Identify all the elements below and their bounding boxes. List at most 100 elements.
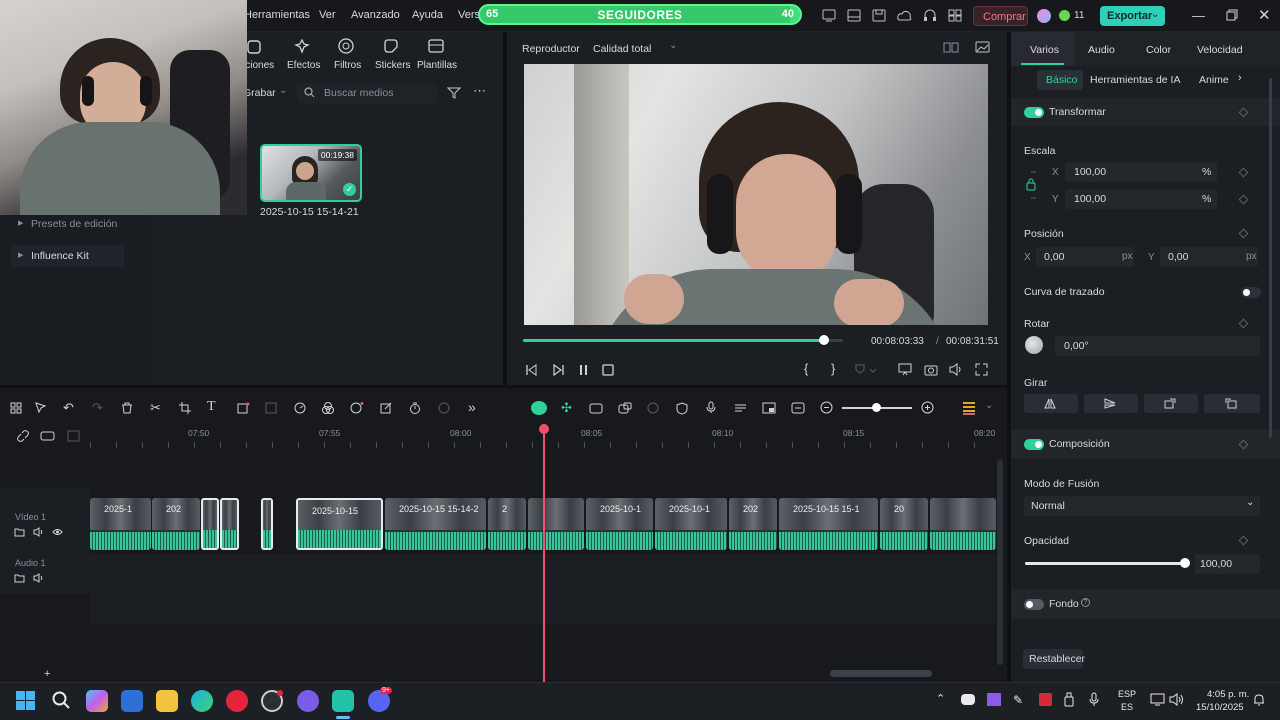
zoom-slider-handle[interactable] xyxy=(872,403,881,412)
record-dropdown[interactable]: Grabar ⌄ xyxy=(243,84,291,102)
play-icon[interactable] xyxy=(552,364,564,376)
link-clips-icon[interactable] xyxy=(589,402,603,414)
zoom-out-icon[interactable] xyxy=(820,401,833,414)
volume-icon[interactable] xyxy=(1169,693,1184,706)
rotate-dial[interactable] xyxy=(1025,336,1043,354)
layout-icon[interactable] xyxy=(847,9,861,22)
eye-icon[interactable] xyxy=(52,528,63,536)
menu-help[interactable]: Ayuda xyxy=(412,9,443,21)
display-icon[interactable] xyxy=(898,363,912,376)
edge-icon[interactable] xyxy=(191,690,213,712)
sidebar-item-presets[interactable]: ▶ Presets de edición xyxy=(10,217,124,235)
playback-progress[interactable] xyxy=(523,335,843,345)
file-explorer-icon[interactable] xyxy=(156,690,178,712)
snapshot-icon[interactable] xyxy=(924,363,938,376)
edit-icon[interactable] xyxy=(380,402,392,414)
scale-x-field[interactable]: 100,00 % xyxy=(1065,162,1217,182)
windows-start-icon[interactable] xyxy=(16,691,35,710)
shape-icon[interactable] xyxy=(237,402,250,414)
keyframe-icon[interactable] xyxy=(1238,228,1249,239)
pause-icon[interactable] xyxy=(578,364,590,376)
compare-view-icon[interactable] xyxy=(943,42,959,53)
keyframe-icon[interactable] xyxy=(1238,107,1249,118)
transform-toggle[interactable] xyxy=(1024,107,1044,118)
clock-time[interactable]: 4:05 p. m. xyxy=(1207,689,1249,700)
tab-misc[interactable]: Varios xyxy=(1011,32,1074,66)
volume-icon[interactable] xyxy=(949,363,963,376)
flip-horizontal-button[interactable] xyxy=(1024,394,1078,413)
subtab-ai-tools[interactable]: Herramientas de IA xyxy=(1090,74,1180,86)
tab-transitions[interactable]: iciones xyxy=(243,38,283,74)
folder-icon[interactable] xyxy=(14,573,25,583)
maximize-icon[interactable] xyxy=(1226,9,1238,21)
keyboard-layout[interactable]: ES xyxy=(1121,702,1133,712)
keyframe-icon[interactable] xyxy=(1238,194,1249,205)
redo-icon[interactable]: ↷ xyxy=(92,400,103,416)
filmora-icon[interactable] xyxy=(332,690,354,712)
delete-icon[interactable] xyxy=(121,402,133,414)
blend-dropdown[interactable]: Normal ⌄ xyxy=(1024,496,1260,516)
help-icon[interactable]: ? xyxy=(1081,598,1090,607)
marker-icon[interactable] xyxy=(855,364,877,376)
timeline-clip[interactable] xyxy=(261,498,273,550)
twitch-tray-icon[interactable] xyxy=(987,693,1001,706)
mark-out-icon[interactable]: } xyxy=(831,361,835,376)
link-icon[interactable] xyxy=(17,430,30,442)
opacity-field[interactable]: 100,00 xyxy=(1195,554,1260,574)
tab-stickers[interactable]: Stickers xyxy=(373,38,413,74)
discord-tray-icon[interactable] xyxy=(961,694,975,705)
timeline-vscroll[interactable] xyxy=(997,460,1003,665)
buy-button[interactable]: Comprar xyxy=(973,6,1028,26)
audio-mix-icon[interactable] xyxy=(734,402,747,414)
clock-date[interactable]: 15/10/2025 xyxy=(1196,702,1244,713)
media-player-icon[interactable] xyxy=(226,690,248,712)
zoom-slider[interactable] xyxy=(842,403,912,412)
chevron-down-icon[interactable]: ⌄ xyxy=(985,400,993,411)
fullscreen-icon[interactable] xyxy=(975,363,988,376)
scale-y-field[interactable]: 100,00 % xyxy=(1065,189,1217,209)
usb-tray-icon[interactable] xyxy=(1064,692,1074,707)
minimize-icon[interactable]: — xyxy=(1192,8,1205,23)
timeline-clip[interactable]: 2025-10-1 xyxy=(655,498,727,550)
pos-y-field[interactable]: 0,00 px xyxy=(1160,247,1258,267)
media-thumbnail[interactable]: 00:19:38 ✓ xyxy=(260,144,362,202)
timer-icon[interactable] xyxy=(409,402,421,414)
avatar[interactable] xyxy=(1037,9,1051,23)
grid-icon[interactable] xyxy=(10,402,22,414)
search-icon[interactable] xyxy=(52,691,70,709)
compound-icon[interactable] xyxy=(647,402,659,414)
tab-speed[interactable]: Velocidad xyxy=(1197,44,1243,56)
playhead[interactable] xyxy=(539,424,549,682)
tab-effects[interactable]: Efectos xyxy=(284,38,324,74)
timeline-clip[interactable] xyxy=(201,498,219,550)
network-icon[interactable] xyxy=(1150,693,1165,706)
monitor-icon[interactable] xyxy=(822,9,836,22)
track-add-icon[interactable] xyxy=(40,431,55,441)
cut-icon[interactable]: ✂ xyxy=(150,400,161,416)
ripple-icon[interactable] xyxy=(531,401,547,415)
player-tab[interactable]: Reproductor xyxy=(522,43,580,55)
tab-color[interactable]: Color xyxy=(1146,44,1171,56)
close-icon[interactable]: ✕ xyxy=(1258,6,1271,24)
timeline-clip[interactable]: 2025-10-15 15-14-2 xyxy=(385,498,486,550)
rotate-field[interactable]: 0,00° xyxy=(1055,336,1260,356)
notification-bell-icon[interactable] xyxy=(1253,693,1265,706)
keyframe-icon[interactable] xyxy=(1238,318,1249,329)
sidebar-item-influence-kit[interactable]: ▶ Influence Kit xyxy=(10,245,124,267)
timeline-hscroll[interactable] xyxy=(830,670,932,677)
composition-toggle[interactable] xyxy=(1024,439,1044,450)
speaker-icon[interactable] xyxy=(33,527,44,537)
keyframe-icon[interactable] xyxy=(1238,167,1249,178)
timeline-clip[interactable] xyxy=(220,498,239,550)
menu-view[interactable]: Ver xyxy=(319,9,336,21)
chevron-right-icon[interactable]: › xyxy=(1238,72,1242,84)
lock-icon[interactable] xyxy=(1025,170,1037,200)
timeline-clip[interactable]: 20 xyxy=(880,498,928,550)
prev-frame-icon[interactable] xyxy=(525,364,537,376)
speed-icon[interactable] xyxy=(294,402,306,414)
tab-filters[interactable]: Filtros xyxy=(330,38,366,74)
timeline-clip[interactable]: 2025-1 xyxy=(90,498,151,550)
timeline-clip[interactable]: 2 xyxy=(488,498,526,550)
copilot-icon[interactable] xyxy=(86,690,108,712)
opacity-slider-handle[interactable] xyxy=(1180,558,1190,568)
